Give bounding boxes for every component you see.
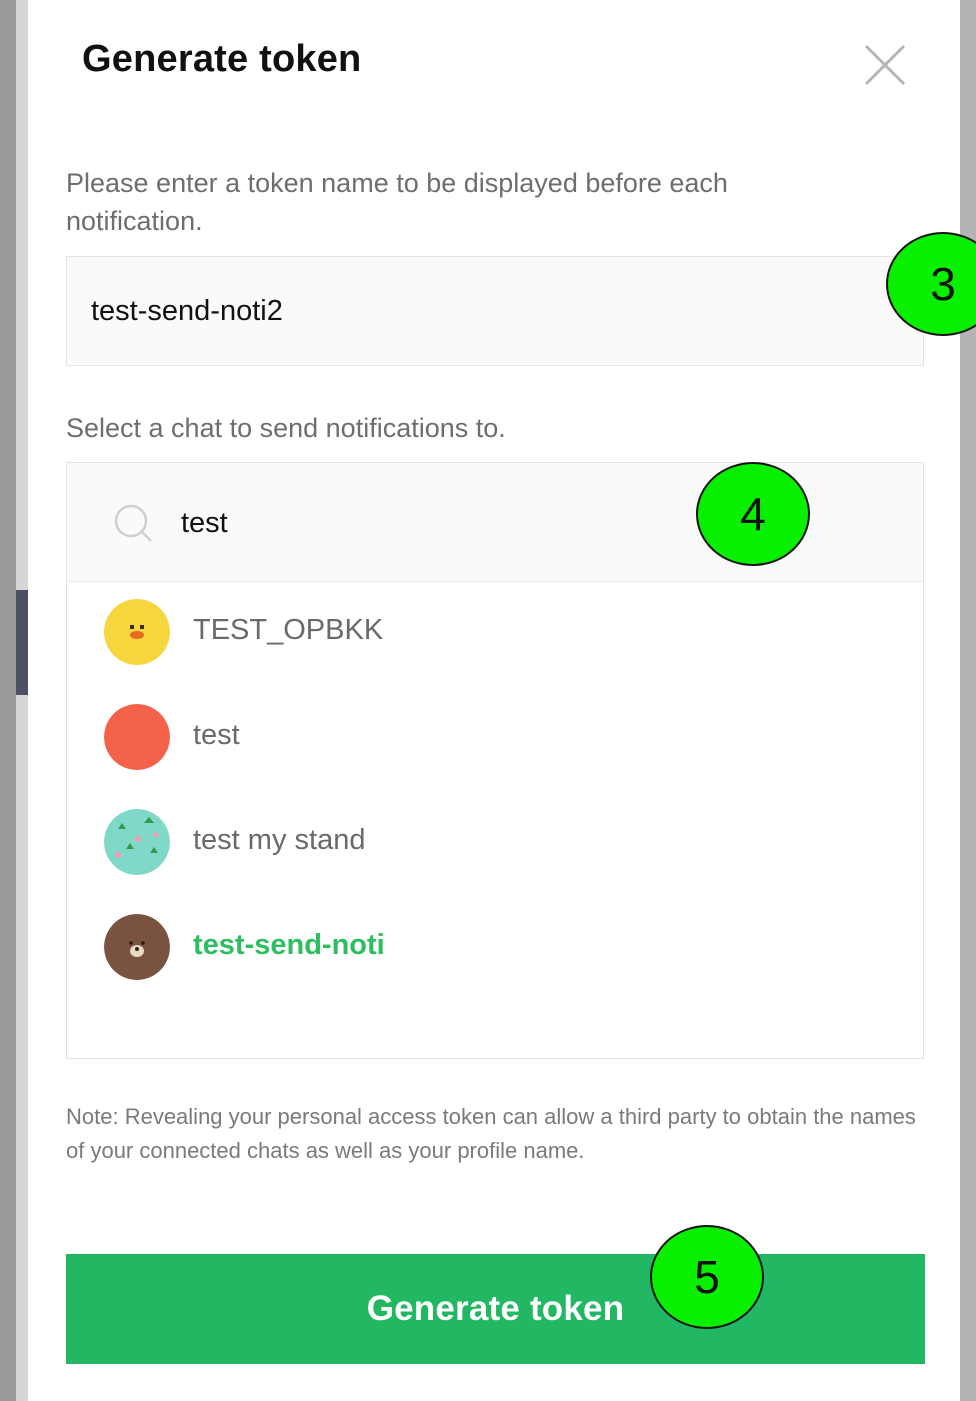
chick-avatar bbox=[104, 599, 170, 665]
chat-item-test-my-stand[interactable]: test my stand bbox=[67, 791, 923, 896]
step-badge-4: 4 bbox=[696, 462, 810, 566]
close-button[interactable] bbox=[860, 40, 910, 90]
chat-select-label: Select a chat to send notifications to. bbox=[66, 413, 506, 443]
close-icon bbox=[864, 44, 906, 86]
chat-item-name: test my stand bbox=[193, 824, 366, 856]
background-banner bbox=[16, 590, 28, 695]
chat-item-test-send-noti[interactable]: test-send-noti bbox=[67, 896, 923, 1001]
background-page-right bbox=[960, 0, 976, 1401]
search-icon bbox=[113, 503, 155, 545]
chat-list: TEST_OPBKK test test my stand test-send-… bbox=[67, 581, 923, 1001]
generate-token-button[interactable]: Generate token bbox=[66, 1254, 925, 1364]
generate-token-dialog: Generate token Please enter a token name… bbox=[28, 0, 960, 1401]
step-badge-5: 5 bbox=[650, 1225, 764, 1329]
chat-item-test[interactable]: test bbox=[67, 686, 923, 791]
chat-item-test-opbkk[interactable]: TEST_OPBKK bbox=[67, 581, 923, 686]
token-name-input[interactable] bbox=[66, 256, 924, 366]
chat-select-box: TEST_OPBKK test bbox=[66, 462, 924, 1059]
dialog-title: Generate token bbox=[82, 38, 362, 80]
cactus-pattern-avatar bbox=[104, 809, 170, 875]
red-circle-avatar bbox=[104, 704, 170, 770]
chat-item-name: test-send-noti bbox=[193, 929, 385, 961]
token-name-label: Please enter a token name to be displaye… bbox=[66, 168, 728, 236]
chat-item-name: test bbox=[193, 719, 240, 751]
bear-avatar bbox=[104, 914, 170, 980]
background-page-edge bbox=[0, 0, 16, 1401]
privacy-note: Note: Revealing your personal access tok… bbox=[66, 1104, 916, 1163]
chat-item-name: TEST_OPBKK bbox=[193, 614, 384, 646]
background-page bbox=[16, 0, 28, 1401]
